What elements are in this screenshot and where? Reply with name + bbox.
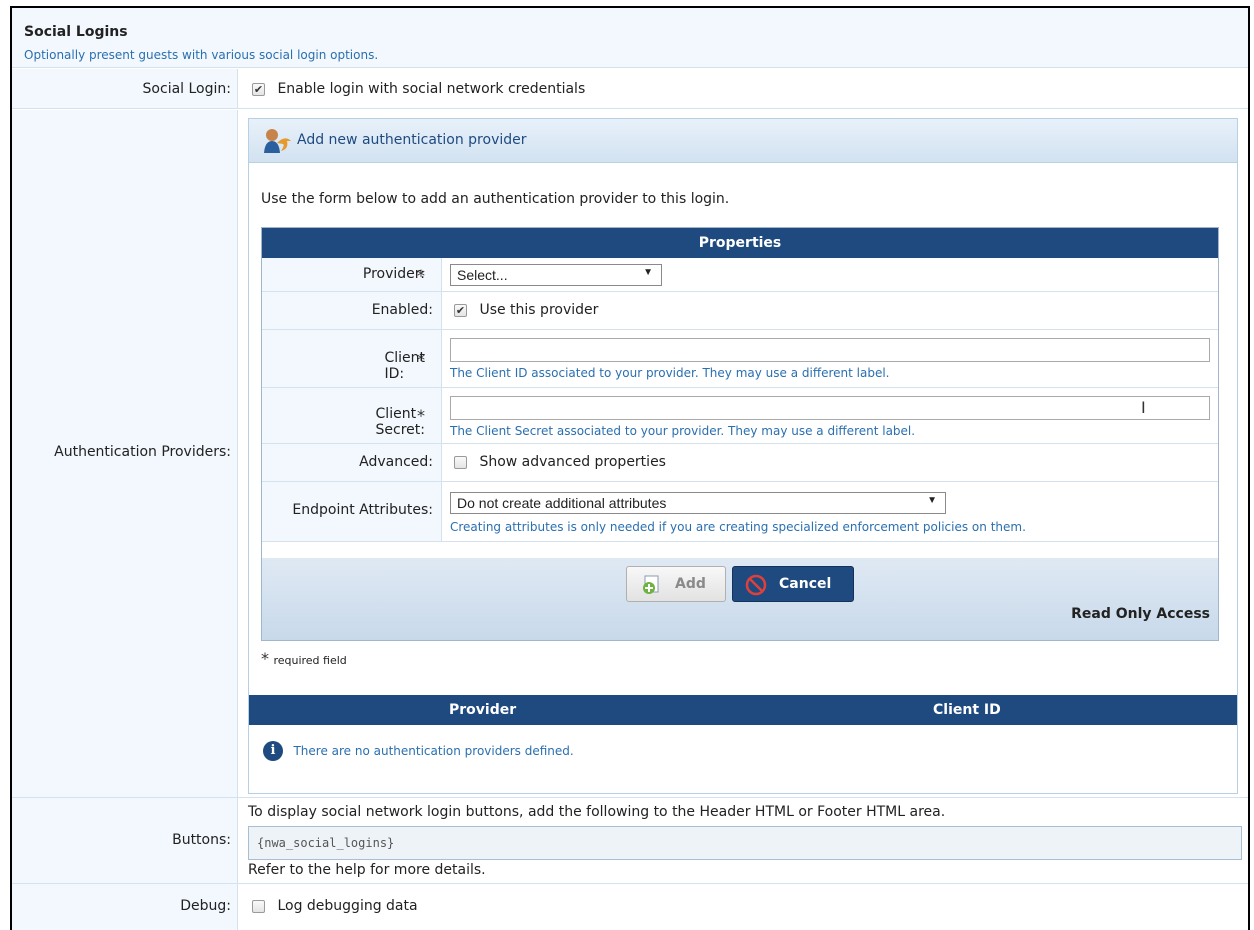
social-login-label: Social Login: [142,81,231,97]
buttons-label: Buttons: [172,832,231,848]
required-note: * required field [261,649,347,668]
column-provider: Provider [449,702,517,718]
cancel-icon [745,574,767,596]
advanced-checkbox[interactable] [454,455,467,469]
advanced-option[interactable]: Show advanced properties [454,454,666,470]
auth-providers-label: Authentication Providers: [54,444,231,460]
section-header: Social Logins Optionally present guests … [12,8,1248,68]
provider-label-cell: * Provider: [262,258,442,291]
enabled-label: Enabled: [371,302,433,318]
social-logins-code[interactable]: {nwa_social_logins} [248,826,1242,860]
client-id-label-cell: * Client ID: [262,330,442,387]
social-login-checkbox[interactable]: ✔ [252,82,265,96]
client-id-row: * Client ID: The Client ID associated to… [262,330,1218,388]
advanced-label: Advanced: [359,454,433,470]
column-client-id: Client ID [933,702,1001,718]
add-provider-intro: Use the form below to add an authenticat… [261,191,730,207]
provider-row: * Provider: Select... ▼ [262,258,1218,292]
properties-table: Properties * Provider: Select... ▼ Enabl… [261,227,1219,641]
enabled-option[interactable]: ✔ Use this provider [454,302,598,318]
required-marker: * [261,649,269,668]
advanced-checkbox-label: Show advanced properties [479,454,666,470]
debug-row: Debug: Log debugging data [12,884,1248,930]
add-user-icon [264,129,291,153]
section-subtitle: Optionally present guests with various s… [24,48,379,62]
debug-label-cell: Debug: [12,884,238,930]
endpoint-attributes-label-cell: Endpoint Attributes: [262,482,442,541]
endpoint-attributes-label: Endpoint Attributes: [292,502,433,518]
properties-header: Properties [262,228,1218,258]
social-login-row: Social Login: ✔ Enable login with social… [12,69,1248,109]
social-login-label-cell: Social Login: [12,69,238,108]
social-logins-form: Social Logins Optionally present guests … [10,6,1250,930]
client-secret-label: Client Secret: [375,406,425,438]
section-title: Social Logins [24,24,128,40]
enabled-checkbox-label: Use this provider [479,302,599,318]
add-provider-panel: Add new authentication provider Use the … [248,118,1238,794]
add-button[interactable]: Add [626,566,726,602]
endpoint-attributes-value: Do not create additional attributes [457,495,667,511]
client-secret-hint: The Client Secret associated to your pro… [450,424,916,438]
buttons-help: Refer to the help for more details. [248,862,486,878]
client-id-hint: The Client ID associated to your provide… [450,366,890,380]
debug-checkbox-label: Log debugging data [277,898,418,914]
empty-providers-message: i There are no authentication providers … [263,741,574,761]
endpoint-attributes-select[interactable]: Do not create additional attributes ▼ [450,492,946,514]
advanced-label-cell: Advanced: [262,444,442,481]
enabled-checkbox[interactable]: ✔ [454,303,467,317]
dropdown-arrow-icon: ▼ [643,267,653,278]
enabled-label-cell: Enabled: [262,292,442,329]
auth-providers-label-cell: Authentication Providers: [12,110,238,797]
text-cursor-icon: I [1141,398,1146,417]
client-secret-row: * Client Secret: I The Client Secret ass… [262,388,1218,444]
dropdown-arrow-icon: ▼ [927,495,937,506]
add-button-label: Add [675,576,706,592]
client-id-label: Client ID: [384,350,425,382]
buttons-description: To display social network login buttons,… [248,804,946,820]
add-provider-title: Add new authentication provider [297,132,527,148]
form-button-bar: Add Cancel Read Only Access [262,558,1218,640]
providers-table-header: Provider Client ID [249,695,1237,725]
client-id-input[interactable] [450,338,1210,362]
client-secret-input[interactable]: I [450,396,1210,420]
advanced-row: Advanced: Show advanced properties [262,444,1218,482]
endpoint-attributes-hint: Creating attributes is only needed if yo… [450,520,1026,534]
debug-label: Debug: [180,898,231,914]
cancel-button-label: Cancel [779,576,832,592]
debug-checkbox[interactable] [252,899,265,913]
client-secret-label-cell: * Client Secret: [262,388,442,443]
empty-providers-text: There are no authentication providers de… [293,744,574,758]
debug-option[interactable]: Log debugging data [252,898,418,914]
info-icon: i [263,741,283,761]
add-document-icon [643,575,659,594]
buttons-label-cell: Buttons: [12,798,238,883]
provider-label: Provider: [362,266,425,282]
social-login-checkbox-label: Enable login with social network credent… [277,81,586,97]
required-note-text: required field [273,654,347,667]
provider-select-value: Select... [457,267,508,283]
read-only-access: Read Only Access [1071,606,1210,622]
endpoint-attributes-row: Endpoint Attributes: Do not create addit… [262,482,1218,542]
social-login-option[interactable]: ✔ Enable login with social network crede… [252,81,585,97]
enabled-row: Enabled: ✔ Use this provider [262,292,1218,330]
provider-select[interactable]: Select... ▼ [450,264,662,286]
cancel-button[interactable]: Cancel [732,566,854,602]
add-provider-header[interactable]: Add new authentication provider [249,119,1237,163]
